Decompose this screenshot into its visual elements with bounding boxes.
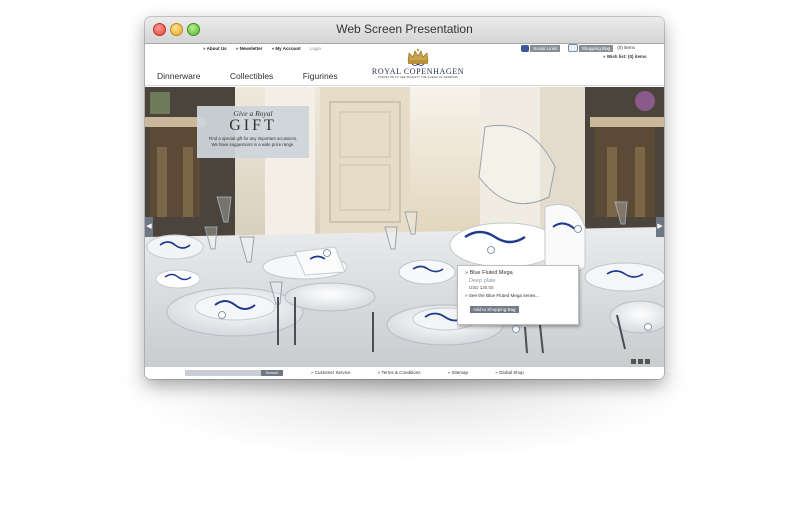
shopping-bag-button[interactable]: Shopping Bag bbox=[578, 44, 614, 52]
slide-dot[interactable] bbox=[631, 359, 636, 364]
top-links: » About Us » Newsletter » My Account Log… bbox=[203, 46, 329, 51]
main-nav: Dinnerware Collectibles Figurines bbox=[157, 71, 365, 81]
gift-heading-line2: GIFT bbox=[229, 117, 277, 134]
shopping-bag-icon[interactable] bbox=[567, 44, 578, 52]
window-shadow bbox=[110, 372, 700, 462]
about-us-link[interactable]: » About Us bbox=[203, 46, 227, 51]
product-subtitle: Deep plate bbox=[469, 278, 496, 284]
nav-collectibles[interactable]: Collectibles bbox=[230, 71, 273, 81]
website: » About Us » Newsletter » My Account Log… bbox=[145, 44, 664, 379]
gift-text: Find a special gift for any important oc… bbox=[208, 136, 298, 147]
newsletter-link[interactable]: » Newsletter bbox=[236, 46, 263, 51]
prev-slide-arrow[interactable]: ◀ bbox=[145, 217, 153, 237]
product-price: USD 130.00 bbox=[469, 285, 494, 290]
global-shop-link[interactable]: » Global Shop bbox=[495, 370, 524, 375]
window-title: Web Screen Presentation bbox=[336, 22, 473, 36]
crown-icon bbox=[407, 48, 429, 66]
add-to-bag-button[interactable]: Add to Shopping Bag bbox=[470, 306, 519, 313]
nav-divider bbox=[145, 85, 664, 86]
slide-dot[interactable] bbox=[638, 359, 643, 364]
search-button[interactable]: Search bbox=[261, 370, 283, 376]
product-popup: » Blue Fluted Mega Deep plate USD 130.00… bbox=[457, 265, 579, 325]
site-footer: Search » Customer Service » Terms & Cond… bbox=[145, 366, 664, 379]
my-account-link[interactable]: » My Account bbox=[272, 46, 301, 51]
brand-name: ROYAL COPENHAGEN bbox=[371, 67, 465, 76]
social-links-label[interactable]: Social Links bbox=[530, 44, 561, 52]
facebook-icon[interactable] bbox=[521, 44, 529, 52]
sitemap-link[interactable]: » Sitemap bbox=[448, 370, 468, 375]
slide-dot[interactable] bbox=[645, 359, 650, 364]
title-bar[interactable]: Web Screen Presentation bbox=[145, 17, 664, 44]
see-series-link[interactable]: » See the Blue Fluted Mega series... bbox=[465, 293, 539, 298]
gift-promo[interactable]: Give a Royal GIFT Find a special gift fo… bbox=[197, 106, 309, 158]
footer-links: » Customer Service » Terms & Conditions … bbox=[311, 370, 550, 375]
customer-service-link[interactable]: » Customer Service bbox=[311, 370, 351, 375]
hero-image: ◀ ▶ Give a Royal GIFT Find a special gif… bbox=[145, 87, 664, 366]
search-input[interactable] bbox=[185, 370, 261, 376]
nav-dinnerware[interactable]: Dinnerware bbox=[157, 71, 200, 81]
bag-item-count: (0) items bbox=[617, 45, 635, 51]
brand-tagline: PURVEYOR TO HER MAJESTY THE QUEEN OF DEN… bbox=[377, 76, 459, 79]
slide-indicators bbox=[629, 351, 650, 366]
nav-figurines[interactable]: Figurines bbox=[303, 71, 338, 81]
next-slide-arrow[interactable]: ▶ bbox=[656, 217, 664, 237]
login-link[interactable]: Login bbox=[310, 46, 321, 51]
terms-link[interactable]: » Terms & Conditions bbox=[378, 370, 421, 375]
brand-logo[interactable]: ROYAL COPENHAGEN PURVEYOR TO HER MAJESTY… bbox=[363, 48, 473, 79]
header-tools: Social Links Shopping Bag (0) items bbox=[521, 44, 635, 52]
browser-window: Web Screen Presentation » About Us » New… bbox=[145, 17, 664, 379]
product-name[interactable]: » Blue Fluted Mega bbox=[465, 270, 513, 276]
wishlist-link[interactable]: » Wish list: (0) items bbox=[603, 54, 646, 59]
